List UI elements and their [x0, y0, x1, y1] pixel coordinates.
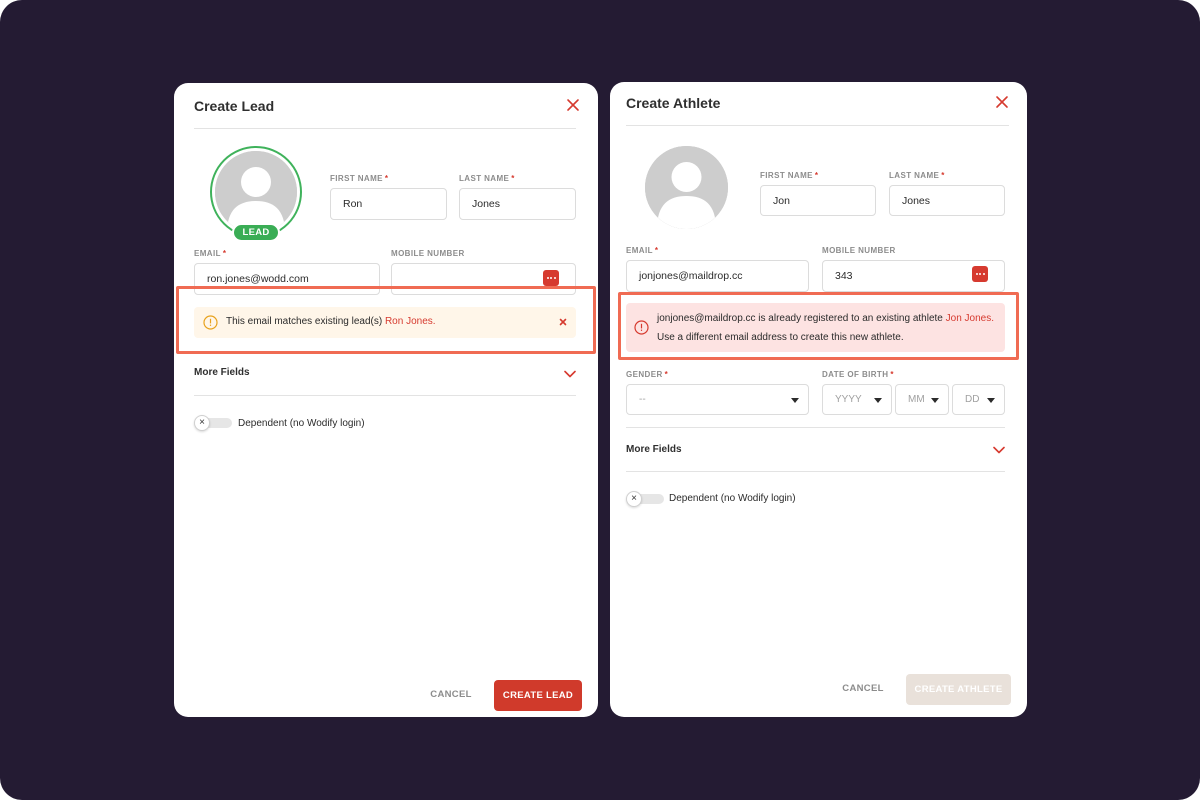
error-highlight-frame — [618, 292, 1019, 360]
caret-down-icon — [874, 397, 882, 403]
create-athlete-button: CREATE ATHLETE — [906, 674, 1011, 705]
create-lead-button[interactable]: CREATE LEAD — [494, 680, 582, 711]
dependent-toggle[interactable]: × — [626, 491, 664, 507]
chevron-down-icon[interactable] — [564, 370, 576, 378]
lead-badge: LEAD — [232, 223, 280, 242]
more-dots-icon[interactable] — [972, 266, 988, 282]
last-name-input[interactable]: Jones — [889, 185, 1005, 216]
section-divider — [626, 471, 1005, 472]
create-athlete-modal: Create Athlete FIRST NAME * Jon LAST NAME… — [610, 82, 1027, 717]
toggle-x-icon: × — [194, 415, 210, 431]
email-input[interactable]: jonjones@maildrop.cc — [626, 260, 809, 292]
dob-month-value: MM — [908, 394, 925, 405]
first-name-input[interactable]: Ron — [330, 188, 447, 220]
close-icon[interactable] — [565, 97, 581, 113]
caret-down-icon — [987, 397, 995, 403]
gender-select[interactable]: -- — [626, 384, 809, 415]
cancel-button[interactable]: CANCEL — [835, 683, 891, 694]
mobile-label: MOBILE NUMBER — [822, 246, 896, 255]
email-label: EMAIL * — [194, 249, 227, 258]
dob-day-value: DD — [965, 394, 980, 405]
more-dots-icon[interactable] — [543, 270, 559, 286]
user-avatar-icon[interactable] — [645, 146, 728, 229]
dob-day-select[interactable]: DD — [952, 384, 1005, 415]
header-divider — [626, 125, 1009, 126]
cancel-button[interactable]: CANCEL — [423, 689, 479, 700]
more-fields-label[interactable]: More Fields — [626, 444, 682, 455]
section-divider — [194, 395, 576, 396]
first-name-input[interactable]: Jon — [760, 185, 876, 216]
modal-title: Create Lead — [194, 98, 275, 114]
dob-month-select[interactable]: MM — [895, 384, 949, 415]
dependent-label: Dependent (no Wodify login) — [238, 418, 365, 429]
header-divider — [194, 128, 576, 129]
create-lead-modal: Create Lead LEAD FIRST NAME * Ron LAST NA… — [174, 83, 598, 717]
dob-year-value: YYYY — [835, 394, 862, 405]
gender-label: GENDER * — [626, 370, 669, 379]
background: Create Lead LEAD FIRST NAME * Ron LAST NA… — [0, 0, 1200, 800]
user-avatar-icon[interactable] — [215, 151, 297, 233]
dob-year-select[interactable]: YYYY — [822, 384, 892, 415]
gender-value: -- — [639, 394, 646, 405]
last-name-label: LAST NAME * — [459, 174, 515, 183]
last-name-input[interactable]: Jones — [459, 188, 576, 220]
form-divider — [626, 427, 1005, 428]
warning-highlight-frame — [176, 286, 596, 354]
dob-label: DATE OF BIRTH * — [822, 370, 894, 379]
caret-down-icon — [791, 397, 799, 403]
first-name-label: FIRST NAME * — [330, 174, 389, 183]
dependent-label: Dependent (no Wodify login) — [669, 493, 796, 504]
email-label: EMAIL * — [626, 246, 659, 255]
caret-down-icon — [931, 397, 939, 403]
dependent-toggle[interactable]: × — [194, 415, 232, 431]
last-name-label: LAST NAME * — [889, 171, 945, 180]
chevron-down-icon[interactable] — [993, 446, 1005, 454]
more-fields-label[interactable]: More Fields — [194, 367, 250, 378]
close-icon[interactable] — [994, 94, 1010, 110]
first-name-label: FIRST NAME * — [760, 171, 819, 180]
toggle-x-icon: × — [626, 491, 642, 507]
modal-title: Create Athlete — [626, 95, 721, 111]
mobile-label: MOBILE NUMBER — [391, 249, 465, 258]
